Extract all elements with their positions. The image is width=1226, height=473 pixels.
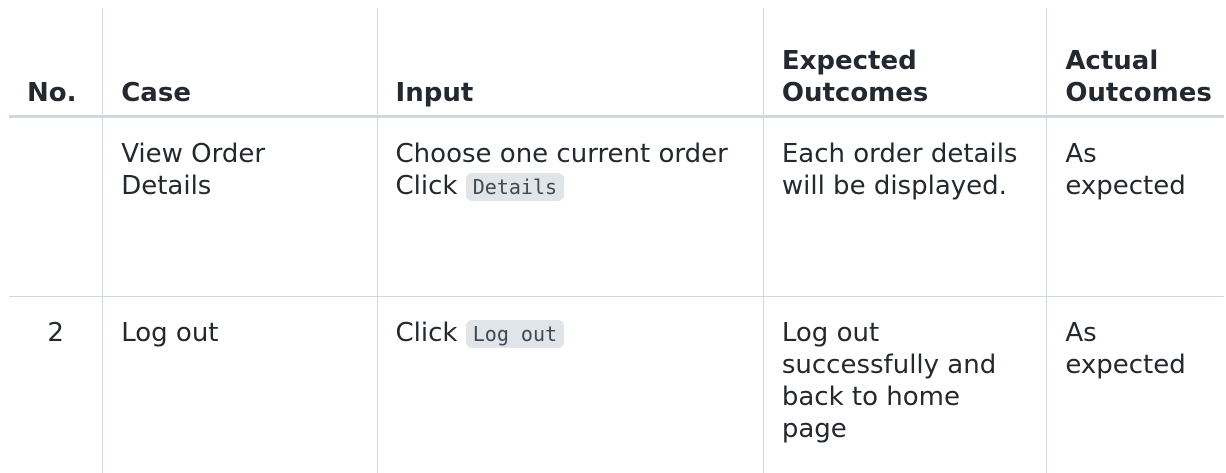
cell-no: [9, 117, 103, 297]
cell-expected: Log out successfully and back to home pa…: [763, 297, 1046, 473]
inline-code-details: Details: [466, 173, 564, 201]
cell-input: Click Log out: [377, 297, 763, 473]
cell-actual: As expected: [1047, 297, 1224, 473]
test-case-table: No. Case Input Expected Outcomes Actual …: [9, 8, 1224, 473]
header-case: Case: [103, 8, 377, 117]
input-text: Choose one current order: [396, 138, 745, 170]
cell-expected: Each order details will be displayed.: [763, 117, 1046, 297]
cell-actual: As expected: [1047, 117, 1224, 297]
cell-case: View Order Details: [103, 117, 377, 297]
cell-case: Log out: [103, 297, 377, 473]
cell-no: 2: [9, 297, 103, 473]
input-prefix: Click: [396, 171, 458, 201]
header-actual-outcomes: Actual Outcomes: [1047, 8, 1224, 117]
header-row: No. Case Input Expected Outcomes Actual …: [9, 8, 1224, 117]
cell-input: Choose one current order Click Details: [377, 117, 763, 297]
header-no: No.: [9, 8, 103, 117]
test-case-table-wrapper: No. Case Input Expected Outcomes Actual …: [0, 0, 1226, 450]
header-input: Input: [377, 8, 763, 117]
inline-code-log-out: Log out: [466, 320, 564, 348]
table-row: 2 Log out Click Log out Log out successf…: [9, 297, 1224, 473]
input-prefix: Click: [396, 318, 458, 348]
header-expected-outcomes: Expected Outcomes: [763, 8, 1046, 117]
table-row: View Order Details Choose one current or…: [9, 117, 1224, 297]
table-body: View Order Details Choose one current or…: [9, 117, 1224, 473]
table-header: No. Case Input Expected Outcomes Actual …: [9, 8, 1224, 117]
